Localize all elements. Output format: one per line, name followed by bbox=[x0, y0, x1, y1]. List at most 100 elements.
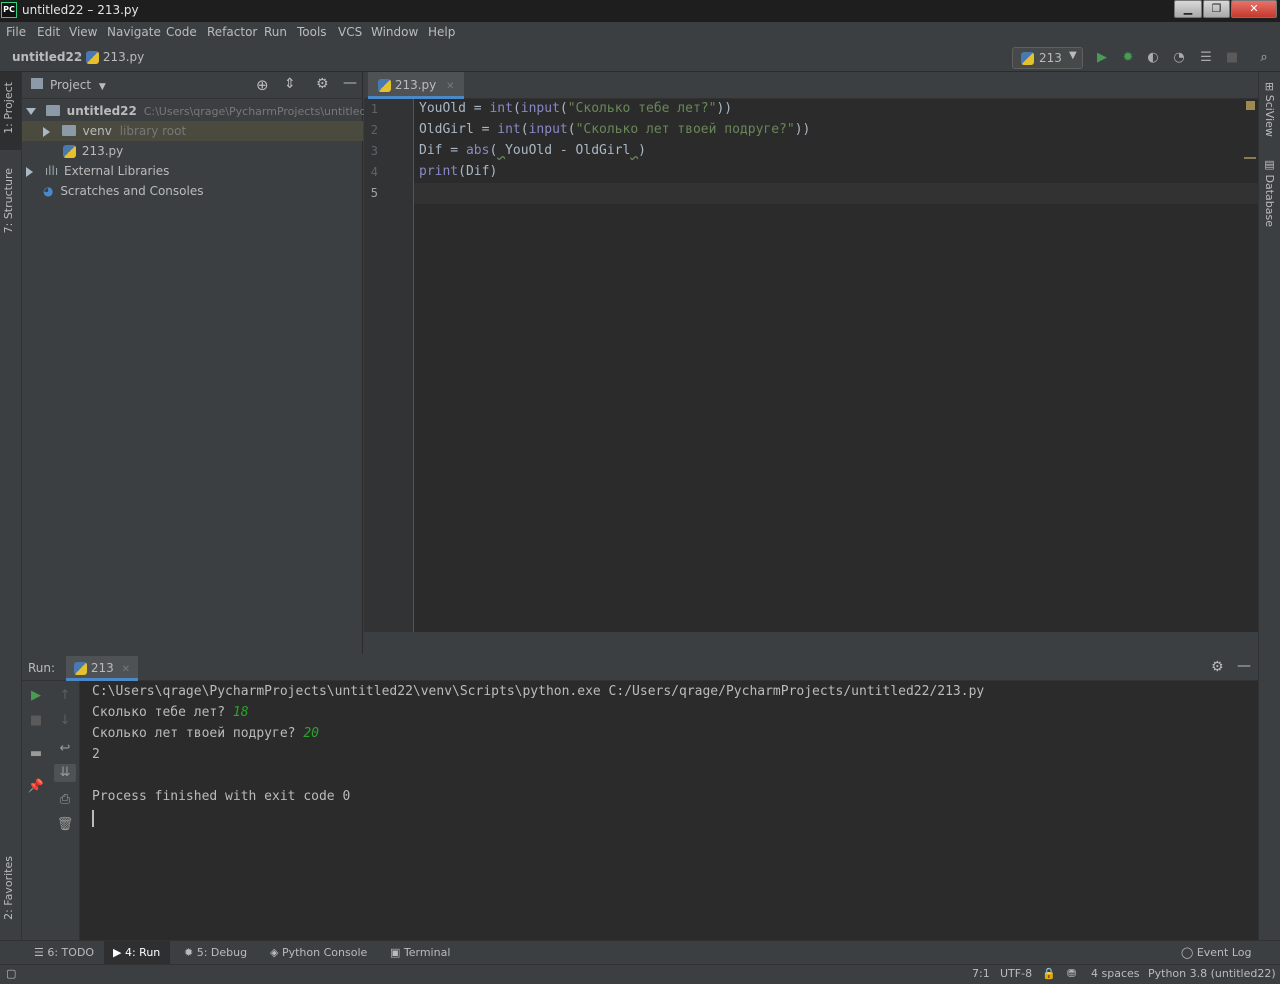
toggle-tool-windows-icon[interactable]: ▢ bbox=[6, 967, 16, 980]
concurrency-diagram-icon[interactable]: ☰ bbox=[1198, 50, 1214, 66]
library-icon: ıllı bbox=[44, 164, 59, 178]
rerun-icon[interactable]: ▶ bbox=[27, 687, 45, 705]
inspection-status-icon[interactable] bbox=[1246, 101, 1255, 110]
console-caret[interactable] bbox=[92, 810, 94, 827]
python-interpreter[interactable]: Python 3.8 (untitled22) bbox=[1148, 967, 1276, 980]
run-config-label: 213 bbox=[1039, 51, 1062, 65]
menu-help[interactable]: Help bbox=[428, 25, 455, 39]
menu-vcs[interactable]: VCS bbox=[338, 25, 362, 39]
run-tab-213[interactable]: 213 ✕ bbox=[66, 656, 138, 681]
search-icon[interactable]: ⌕ bbox=[1256, 50, 1272, 66]
tool-tab-structure[interactable]: 7: Structure bbox=[2, 168, 15, 233]
project-view-dropdown[interactable]: Project ▼ bbox=[50, 78, 106, 92]
lock-icon[interactable]: 🔒 bbox=[1042, 967, 1056, 980]
expanded-arrow-icon bbox=[26, 108, 36, 115]
print-icon[interactable]: ⎙ bbox=[56, 791, 74, 809]
stop-icon[interactable]: ■ bbox=[27, 712, 45, 730]
editor-tab-213py[interactable]: 213.py ✕ bbox=[368, 72, 465, 99]
warning-stripe-marker[interactable] bbox=[1244, 157, 1256, 159]
console-command-line: C:\Users\qrage\PycharmProjects\untitled2… bbox=[92, 684, 985, 699]
todo-tool-button[interactable]: ☰ 6: TODO bbox=[34, 946, 94, 959]
tree-item-scratches[interactable]: ◕ Scratches and Consoles bbox=[22, 181, 363, 201]
editor-tab-bar: 213.py ✕ bbox=[364, 72, 1258, 99]
console-line-prompt1: Сколько тебе лет? 18 bbox=[92, 705, 249, 720]
run-toolbar-secondary: ↑ ↓ ↩ ⇊ ⎙ 🗑 bbox=[50, 681, 80, 940]
tree-item-213py[interactable]: 213.py bbox=[22, 141, 363, 161]
menu-navigate[interactable]: Navigate bbox=[107, 25, 161, 39]
menu-refactor[interactable]: Refactor bbox=[207, 25, 257, 39]
current-line-highlight bbox=[414, 183, 1258, 204]
terminal-tool-button[interactable]: ▣ Terminal bbox=[390, 946, 450, 959]
breadcrumb-project[interactable]: untitled22 bbox=[12, 50, 82, 64]
left-tool-stripe: 1: Project 7: Structure 2: Favorites bbox=[0, 72, 22, 940]
menu-file[interactable]: File bbox=[6, 25, 26, 39]
menu-view[interactable]: View bbox=[69, 25, 97, 39]
breadcrumb-separator-icon: › bbox=[76, 49, 81, 63]
collapse-all-icon[interactable]: ⇕ bbox=[284, 76, 296, 92]
pycharm-app-icon: PC bbox=[1, 2, 17, 18]
restore-layout-icon[interactable]: ▬ bbox=[27, 745, 45, 763]
indent-settings[interactable]: 4 spaces bbox=[1091, 967, 1140, 980]
breadcrumb-file[interactable]: 213.py bbox=[86, 50, 144, 64]
debug-tool-button[interactable]: ✹ 5: Debug bbox=[184, 946, 247, 959]
tree-item-venv[interactable]: venv library root bbox=[22, 121, 363, 141]
gear-icon[interactable]: ⚙ bbox=[316, 76, 329, 92]
run-tool-button[interactable]: ▶ 4: Run bbox=[113, 946, 160, 959]
event-log-tool-button[interactable]: ◯ Event Log bbox=[1181, 946, 1251, 959]
up-arrow-icon[interactable]: ↑ bbox=[56, 687, 74, 705]
debug-icon[interactable]: ✹ bbox=[1120, 50, 1136, 66]
soft-wrap-icon[interactable]: ↩ bbox=[56, 740, 74, 758]
line-number: 1 bbox=[370, 102, 378, 116]
folder-icon bbox=[45, 105, 60, 116]
menu-edit[interactable]: Edit bbox=[37, 25, 60, 39]
folder-icon bbox=[61, 125, 76, 136]
right-tool-stripe: ⊞ SciView ▤ Database bbox=[1258, 72, 1280, 940]
close-tab-icon[interactable]: ✕ bbox=[122, 664, 130, 675]
scroll-to-end-icon[interactable]: ⇊ bbox=[54, 764, 76, 782]
locate-file-icon[interactable]: ⊕ bbox=[256, 76, 269, 94]
menu-window[interactable]: Window bbox=[371, 25, 418, 39]
menu-code[interactable]: Code bbox=[166, 25, 197, 39]
tree-root-untitled22[interactable]: untitled22 C:\Users\qrage\PycharmProject… bbox=[22, 101, 380, 121]
chevron-down-icon: ▼ bbox=[1069, 50, 1077, 61]
pin-tab-icon[interactable]: 📌 bbox=[27, 778, 45, 796]
down-arrow-icon[interactable]: ↓ bbox=[56, 712, 74, 730]
stop-icon[interactable]: ■ bbox=[1224, 50, 1240, 66]
window-title-bar: PC untitled22 – 213.py ▁ ❐ ✕ bbox=[0, 0, 1280, 22]
code-line-4: print(Dif) bbox=[419, 164, 498, 179]
python-console-tool-button[interactable]: ◈ Python Console bbox=[270, 946, 367, 959]
run-icon[interactable]: ▶ bbox=[1094, 50, 1110, 66]
chevron-down-icon: ▼ bbox=[98, 82, 106, 92]
tree-item-external-libraries[interactable]: ıllı External Libraries bbox=[22, 161, 363, 181]
python-icon bbox=[74, 662, 87, 675]
python-file-icon bbox=[378, 79, 391, 92]
trash-icon[interactable]: 🗑 bbox=[56, 816, 74, 834]
git-inspector-icon[interactable]: ⛃ bbox=[1067, 967, 1076, 980]
run-with-coverage-icon[interactable]: ◐ bbox=[1145, 50, 1161, 66]
tool-tab-sciview[interactable]: ⊞ SciView bbox=[1263, 82, 1276, 137]
close-tab-icon[interactable]: ✕ bbox=[446, 81, 454, 92]
console-line-prompt2: Сколько лет твоей подруге? 20 bbox=[92, 726, 319, 741]
profile-icon[interactable]: ◔ bbox=[1171, 50, 1187, 66]
line-number: 4 bbox=[370, 165, 378, 179]
tool-tab-project[interactable]: 1: Project bbox=[2, 82, 15, 134]
project-pane-header: Project ▼ ⊕ ⇕ ⚙ — bbox=[22, 72, 363, 99]
caret-position[interactable]: 7:1 bbox=[972, 967, 990, 980]
hide-icon[interactable]: — bbox=[1237, 658, 1251, 674]
close-button[interactable]: ✕ bbox=[1231, 0, 1277, 18]
menu-tools[interactable]: Tools bbox=[297, 25, 327, 39]
line-number: 2 bbox=[370, 123, 378, 137]
hide-icon[interactable]: — bbox=[343, 75, 357, 91]
code-editor[interactable]: 213.py ✕ 1 2 3 4 5 YouOld = int(input("С… bbox=[364, 72, 1258, 632]
code-line-1: YouOld = int(input("Сколько тебе лет?")) bbox=[419, 101, 733, 116]
file-encoding[interactable]: UTF-8 bbox=[1000, 967, 1032, 980]
tool-tab-favorites[interactable]: 2: Favorites bbox=[2, 856, 15, 920]
line-number: 3 bbox=[370, 144, 378, 158]
run-panel-header: Run: 213 ✕ ⚙ — bbox=[22, 656, 1258, 681]
maximize-button[interactable]: ❐ bbox=[1203, 0, 1230, 18]
tool-tab-database[interactable]: ▤ Database bbox=[1263, 158, 1276, 227]
gear-icon[interactable]: ⚙ bbox=[1211, 659, 1224, 675]
menu-run[interactable]: Run bbox=[264, 25, 287, 39]
run-config-selector[interactable]: 213 ▼ bbox=[1012, 47, 1083, 69]
minimize-button[interactable]: ▁ bbox=[1174, 0, 1202, 18]
